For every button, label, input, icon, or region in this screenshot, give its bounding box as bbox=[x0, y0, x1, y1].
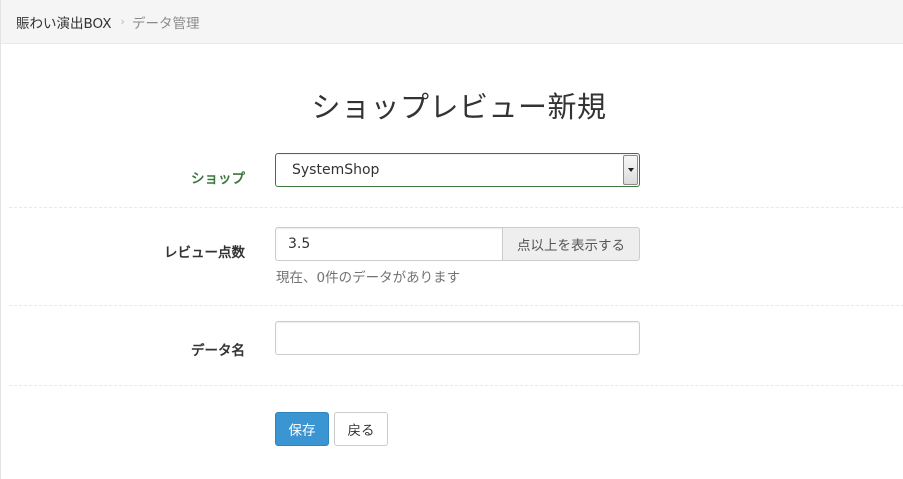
save-button[interactable]: 保存 bbox=[275, 412, 329, 446]
breadcrumb-home-link[interactable]: 賑わい演出BOX bbox=[16, 12, 112, 32]
form-row-shop: ショップ SystemShop bbox=[9, 150, 903, 208]
score-help-text: 現在、0件のデータがあります bbox=[276, 270, 461, 286]
score-input-group: 点以上を表示する bbox=[275, 227, 640, 261]
score-input[interactable] bbox=[275, 227, 502, 261]
select-arrow-button[interactable] bbox=[623, 155, 638, 185]
breadcrumb-current: データ管理 bbox=[131, 15, 200, 32]
app-frame: 賑わい演出BOX › データ管理 ショップレビュー新規 ショップ SystemS… bbox=[0, 0, 903, 479]
back-button[interactable]: 戻る bbox=[334, 412, 388, 446]
breadcrumb: 賑わい演出BOX › データ管理 bbox=[1, 0, 903, 44]
score-label: レビュー点数 bbox=[164, 245, 245, 261]
form-row-data-name: データ名 bbox=[9, 306, 903, 386]
shop-select-value: SystemShop bbox=[292, 162, 380, 178]
score-addon: 点以上を表示する bbox=[502, 227, 640, 261]
shop-select[interactable]: SystemShop bbox=[275, 153, 640, 187]
data-name-label: データ名 bbox=[191, 343, 245, 359]
form-actions: 保存 戻る bbox=[275, 412, 388, 446]
form-row-score: レビュー点数 点以上を表示する 現在、0件のデータがあります bbox=[9, 208, 903, 306]
chevron-right-icon: › bbox=[120, 15, 125, 28]
shop-label: ショップ bbox=[191, 171, 245, 187]
main-content: ショップレビュー新規 ショップ SystemShop レビュー点数 点以上を表示… bbox=[1, 44, 903, 478]
data-name-input[interactable] bbox=[275, 321, 640, 355]
caret-down-icon bbox=[627, 168, 634, 172]
page-title: ショップレビュー新規 bbox=[311, 90, 607, 124]
